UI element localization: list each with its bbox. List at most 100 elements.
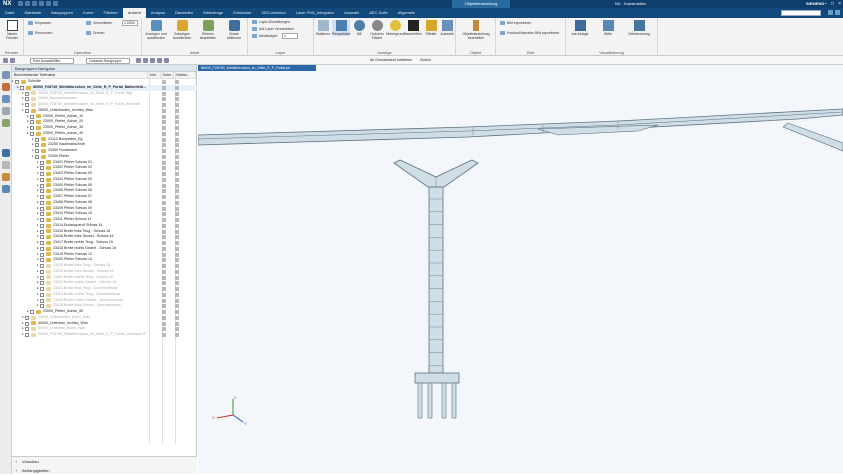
part-navigator-icon[interactable] bbox=[2, 71, 10, 79]
visibility-checkbox[interactable] bbox=[25, 91, 29, 96]
tab-kurve[interactable]: Kurve bbox=[78, 8, 98, 18]
assembly-navigator-icon[interactable] bbox=[2, 83, 10, 91]
paste-icon[interactable] bbox=[53, 1, 58, 6]
visibility-checkbox[interactable] bbox=[40, 275, 44, 280]
reject-button[interactable]: Sowie ablehnen bbox=[222, 20, 246, 40]
immediate-hide-button[interactable]: Sofortiges Ausblenden bbox=[170, 20, 194, 40]
tab-analyse[interactable]: Analyse bbox=[146, 8, 170, 18]
visibility-checkbox[interactable] bbox=[30, 126, 34, 130]
visibility-checkbox[interactable] bbox=[25, 103, 29, 107]
minimize-button[interactable]: – bbox=[824, 1, 827, 7]
visibility-checkbox[interactable] bbox=[40, 177, 44, 182]
perspective-button[interactable]: Perspektive bbox=[332, 20, 350, 36]
visibility-checkbox[interactable] bbox=[25, 97, 29, 102]
fit-button[interactable]: Einpassen bbox=[28, 20, 51, 26]
visibility-checkbox[interactable] bbox=[30, 120, 34, 125]
zoom-scale-field[interactable]: 1,0000 bbox=[122, 20, 138, 26]
history-icon[interactable] bbox=[2, 161, 10, 169]
visibility-checkbox[interactable] bbox=[40, 206, 44, 211]
tab-allgemein[interactable]: Allgemein bbox=[393, 8, 421, 18]
reuse-library-icon[interactable] bbox=[2, 107, 10, 115]
style-button[interactable]: Stil bbox=[350, 20, 368, 36]
tab-auswahl[interactable]: Auswahl bbox=[339, 8, 364, 18]
selection-button[interactable]: Auswahl bbox=[438, 20, 456, 36]
back-hint[interactable]: Zurück bbox=[420, 58, 431, 63]
timing-button[interactable]: Zeitsteuerung bbox=[624, 20, 654, 36]
move-to-layer-button[interactable]: Auf Layer verschieben bbox=[252, 26, 294, 32]
undo-selection-icon[interactable] bbox=[10, 58, 15, 63]
snap-icon-4[interactable] bbox=[157, 58, 162, 63]
visibility-checkbox[interactable] bbox=[30, 131, 34, 136]
visibility-checkbox[interactable] bbox=[40, 218, 44, 222]
background-button[interactable]: Hintergrund bbox=[386, 20, 404, 36]
menu-icon[interactable] bbox=[3, 58, 8, 63]
copy-icon[interactable] bbox=[46, 1, 51, 6]
visibility-checkbox[interactable] bbox=[40, 298, 44, 303]
edit-layers-button[interactable]: Ebenen bearbeiten bbox=[196, 20, 220, 40]
snap-icon-1[interactable] bbox=[136, 58, 141, 63]
settings-icon[interactable] bbox=[835, 10, 840, 15]
visibility-checkbox[interactable] bbox=[15, 80, 19, 84]
stallieren-button[interactable]: Stallieren bbox=[314, 20, 332, 36]
edit-object-display-button[interactable]: Objektdarstellung bearbeiten bbox=[460, 20, 492, 40]
pens-button[interactable]: Stifte bbox=[596, 20, 620, 36]
visibility-checkbox[interactable] bbox=[25, 321, 29, 326]
column-sche[interactable]: Sche... bbox=[161, 72, 175, 78]
help-icon[interactable] bbox=[828, 10, 833, 15]
visibility-checkbox[interactable] bbox=[30, 310, 34, 314]
expand-icon[interactable]: ▸ bbox=[22, 332, 24, 338]
scope-filter-select[interactable]: Gesamte Baugruppe bbox=[86, 58, 130, 64]
tab-flaechen[interactable]: Flächen bbox=[99, 8, 123, 18]
tab-ansicht[interactable]: Ansicht bbox=[122, 8, 146, 18]
snap-icon-2[interactable] bbox=[143, 58, 148, 63]
column-info[interactable]: Info bbox=[148, 72, 162, 78]
redo-icon[interactable] bbox=[32, 1, 37, 6]
snap-icon-5[interactable] bbox=[164, 58, 169, 63]
visibility-checkbox[interactable] bbox=[40, 304, 44, 309]
visibility-checkbox[interactable] bbox=[40, 269, 44, 274]
visibility-checkbox[interactable] bbox=[35, 149, 39, 153]
visibility-checkbox[interactable] bbox=[35, 143, 39, 148]
visibility-checkbox[interactable] bbox=[40, 229, 44, 234]
constraint-navigator-icon[interactable] bbox=[2, 95, 10, 103]
maximize-button[interactable]: □ bbox=[831, 1, 834, 7]
pier-head[interactable] bbox=[393, 159, 479, 188]
layer-settings-button[interactable]: Layer-Einstellungen bbox=[252, 19, 290, 25]
web-browser-icon[interactable] bbox=[2, 149, 10, 157]
bored-piles[interactable] bbox=[417, 382, 457, 419]
column-name[interactable]: Beschreibender Teilename bbox=[12, 72, 149, 78]
command-search-input[interactable] bbox=[781, 10, 821, 16]
save-icon[interactable] bbox=[18, 1, 23, 6]
annotate-button[interactable]: Beschriften bbox=[404, 20, 422, 36]
export-image-button[interactable]: Bild exportieren bbox=[500, 20, 531, 26]
visibility-checkbox[interactable] bbox=[40, 195, 44, 199]
tab-startseite[interactable]: Startseite bbox=[19, 8, 46, 18]
hd3d-icon[interactable] bbox=[2, 119, 10, 127]
tray-button[interactable]: wie Ablage bbox=[568, 20, 592, 36]
visibility-checkbox[interactable] bbox=[40, 281, 44, 286]
zoom-in-button[interactable]: Einzoomen bbox=[28, 30, 53, 36]
context-tab[interactable]: Objektbearbeitung bbox=[452, 0, 510, 8]
tree-row[interactable]: ▸ 99000_F28749_Weidthbrocken_im_Seite_R_P… bbox=[12, 332, 197, 338]
rotate-button[interactable]: Drehen bbox=[86, 30, 104, 36]
visibility-checkbox[interactable] bbox=[40, 183, 44, 188]
close-button[interactable]: × bbox=[838, 1, 841, 7]
visibility-checkbox[interactable] bbox=[40, 287, 44, 291]
pile-cap[interactable] bbox=[414, 372, 460, 384]
tab-darstellen[interactable]: Darstellen bbox=[170, 8, 198, 18]
graphics-window[interactable]: 86000_F28749_Weidthbrocken_im_Seite_R_P_… bbox=[198, 65, 843, 474]
export-hires-image-button[interactable]: Hochauflösendes Bild exportieren bbox=[500, 30, 559, 36]
tab-entwickler[interactable]: Entwickler bbox=[228, 8, 256, 18]
show-hide-button[interactable]: Anzeigen und ausblenden bbox=[144, 20, 168, 40]
visibility-checkbox[interactable] bbox=[40, 160, 44, 165]
tab-datei[interactable]: Datei bbox=[0, 8, 19, 18]
visibility-checkbox[interactable] bbox=[25, 315, 29, 320]
roles-icon[interactable] bbox=[2, 185, 10, 193]
visibility-checkbox[interactable] bbox=[40, 246, 44, 251]
visibility-checkbox[interactable] bbox=[40, 172, 44, 176]
system-materials-icon[interactable] bbox=[2, 173, 10, 181]
tab-aec-suite[interactable]: AEC Suite bbox=[364, 8, 392, 18]
preview-panel[interactable]: Vorschau bbox=[12, 457, 197, 466]
snap-icon-3[interactable] bbox=[150, 58, 155, 63]
visibility-checkbox[interactable] bbox=[25, 333, 29, 337]
